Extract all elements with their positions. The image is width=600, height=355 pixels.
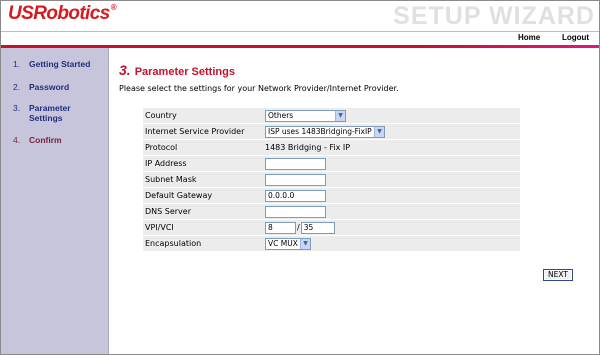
ip-address-label: IP Address xyxy=(143,156,263,172)
step-label: Confirm xyxy=(29,135,62,145)
country-cell: Others ▼ xyxy=(263,108,520,124)
encapsulation-select[interactable]: VC MUX ▼ xyxy=(265,237,311,250)
parameter-settings-form: Country Others ▼ Internet Service Provide… xyxy=(143,108,520,252)
dns-server-label: DNS Server xyxy=(143,204,263,220)
vci-input[interactable]: 35 xyxy=(300,221,335,234)
setup-wizard-title: SETUP WIZARD xyxy=(393,2,595,30)
step-number: 1. xyxy=(13,59,21,69)
isp-select[interactable]: ISP uses 1483Bridging-FixIP ▼ xyxy=(265,125,385,138)
isp-cell: ISP uses 1483Bridging-FixIP ▼ xyxy=(263,124,520,140)
form-row-encapsulation: Encapsulation VC MUX ▼ xyxy=(143,236,520,252)
vpivci-label: VPI/VCI xyxy=(143,220,263,236)
page-title: 3. Parameter Settings xyxy=(119,62,235,78)
usrobotics-logo: USRobotics® xyxy=(8,3,117,25)
next-button[interactable]: NEXT xyxy=(543,269,573,281)
step-number: 2. xyxy=(13,82,21,92)
top-nav: Home Logout xyxy=(1,32,599,45)
vpivci-cell: 8/35 xyxy=(263,220,520,236)
default-gateway-input[interactable]: 0.0.0.0 xyxy=(265,189,326,202)
form-row-isp: Internet Service Provider ISP uses 1483B… xyxy=(143,124,520,140)
step-label: Parameter Settings xyxy=(29,103,71,123)
dns-server-input[interactable] xyxy=(265,205,326,218)
form-row-vpivci: VPI/VCI 8/35 xyxy=(143,220,520,236)
logout-link[interactable]: Logout xyxy=(562,33,589,42)
instructions-text: Please select the settings for your Netw… xyxy=(119,84,399,93)
step-number: 3. xyxy=(13,103,21,113)
protocol-label: Protocol xyxy=(143,140,263,156)
browser-page: USRobotics® SETUP WIZARD Home Logout 1. … xyxy=(0,0,600,355)
country-label: Country xyxy=(143,108,263,124)
chevron-down-icon[interactable]: ▼ xyxy=(335,110,345,121)
isp-label: Internet Service Provider xyxy=(143,124,263,140)
form-row-protocol: Protocol 1483 Bridging - Fix IP xyxy=(143,140,520,156)
encapsulation-cell: VC MUX ▼ xyxy=(263,236,520,252)
form-row-ip: IP Address xyxy=(143,156,520,172)
chevron-down-icon[interactable]: ▼ xyxy=(300,238,310,249)
wizard-steps-sidebar: 1. Getting Started 2. Password 3. Parame… xyxy=(1,48,109,354)
page-header: USRobotics® SETUP WIZARD xyxy=(1,1,599,31)
chevron-down-icon[interactable]: ▼ xyxy=(374,126,384,137)
protocol-value: 1483 Bridging - Fix IP xyxy=(263,140,520,156)
step-label: Password xyxy=(29,82,70,92)
form-row-subnet: Subnet Mask xyxy=(143,172,520,188)
vpi-input[interactable]: 8 xyxy=(265,221,296,234)
main-content: 3. Parameter Settings Please select the s… xyxy=(109,48,599,354)
encapsulation-selected-value: VC MUX xyxy=(268,238,298,248)
encapsulation-label: Encapsulation xyxy=(143,236,263,252)
dns-cell xyxy=(263,204,520,220)
step-label: Getting Started xyxy=(29,59,91,69)
home-link[interactable]: Home xyxy=(518,33,540,42)
vpivci-separator: / xyxy=(297,223,300,232)
subnet-cell xyxy=(263,172,520,188)
ip-cell xyxy=(263,156,520,172)
ip-address-input[interactable] xyxy=(265,157,326,170)
step-number: 4. xyxy=(13,135,21,145)
subnet-mask-label: Subnet Mask xyxy=(143,172,263,188)
country-selected-value: Others xyxy=(268,110,294,120)
country-select[interactable]: Others ▼ xyxy=(265,109,346,122)
default-gateway-label: Default Gateway xyxy=(143,188,263,204)
form-row-gateway: Default Gateway 0.0.0.0 xyxy=(143,188,520,204)
form-row-country: Country Others ▼ xyxy=(143,108,520,124)
logo-text: USRobotics xyxy=(8,3,110,24)
subnet-mask-input[interactable] xyxy=(265,173,326,186)
form-row-dns: DNS Server xyxy=(143,204,520,220)
title-text: Parameter Settings xyxy=(134,66,235,78)
isp-selected-value: ISP uses 1483Bridging-FixIP xyxy=(268,126,372,136)
registered-mark: ® xyxy=(110,3,117,12)
gateway-cell: 0.0.0.0 xyxy=(263,188,520,204)
title-step-number: 3. xyxy=(119,62,131,78)
